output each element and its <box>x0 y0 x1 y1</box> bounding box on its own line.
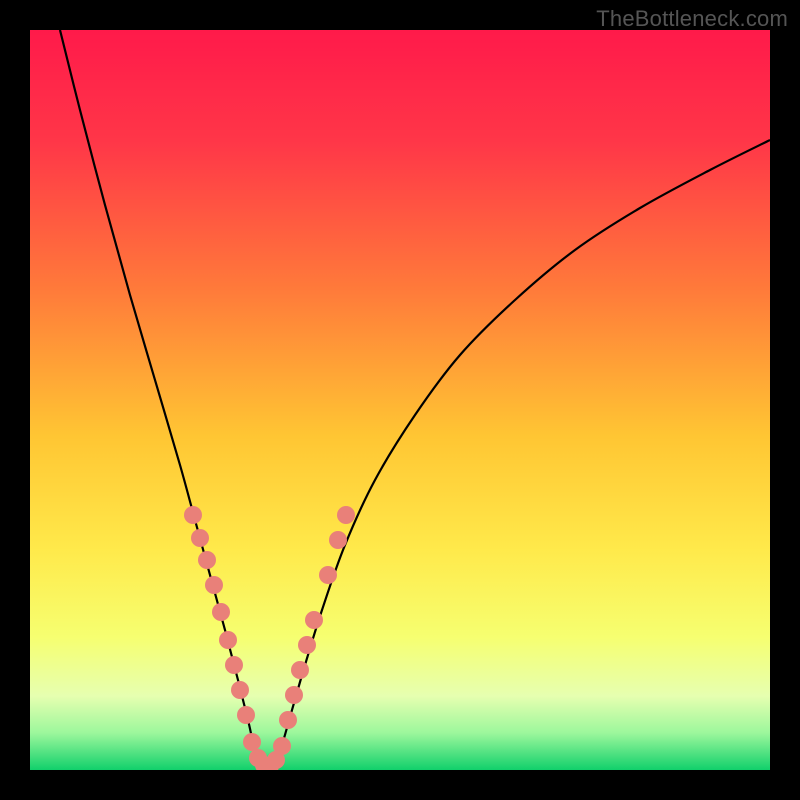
data-point <box>205 576 223 594</box>
data-point <box>198 551 216 569</box>
data-point <box>279 711 297 729</box>
curves-layer <box>30 30 770 770</box>
data-point <box>184 506 202 524</box>
data-point <box>237 706 255 724</box>
data-point <box>291 661 309 679</box>
data-point <box>329 531 347 549</box>
data-point <box>305 611 323 629</box>
data-point <box>337 506 355 524</box>
data-point <box>231 681 249 699</box>
highlighted-points <box>184 506 355 770</box>
bottleneck-curve-left <box>60 30 262 765</box>
data-point <box>191 529 209 547</box>
bottleneck-curve-right <box>275 140 770 765</box>
data-point <box>273 737 291 755</box>
plot-area <box>30 30 770 770</box>
data-point <box>225 656 243 674</box>
data-point <box>243 733 261 751</box>
data-point <box>319 566 337 584</box>
watermark-text: TheBottleneck.com <box>596 6 788 32</box>
data-point <box>212 603 230 621</box>
data-point <box>219 631 237 649</box>
chart-frame: TheBottleneck.com <box>0 0 800 800</box>
data-point <box>285 686 303 704</box>
data-point <box>298 636 316 654</box>
